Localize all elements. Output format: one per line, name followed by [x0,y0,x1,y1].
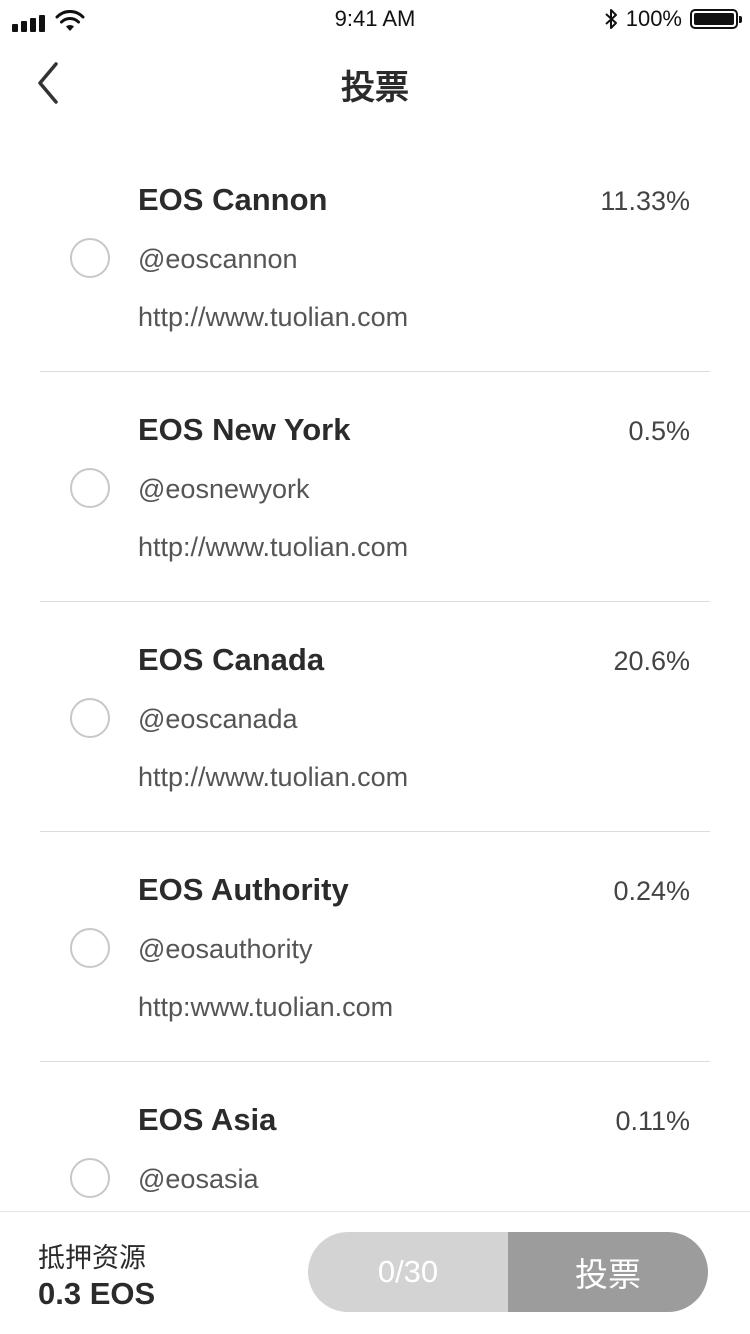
vote-button[interactable]: 投票 [508,1232,708,1312]
bottom-bar: 抵押资源 0.3 EOS 0/30 投票 [0,1211,750,1334]
producer-item-eoscanada[interactable]: EOS Canada 20.6% @eoscanada http://www.t… [40,602,710,832]
producer-name: EOS Cannon [138,182,328,217]
battery-icon [690,9,742,29]
stake-label: 抵押资源 [38,1243,146,1273]
producer-vote-percent: 0.24% [613,876,690,906]
producer-url[interactable]: http://www.tuolian.com [138,532,408,563]
producer-account: @eosnewyork [138,474,310,504]
producer-name: EOS Authority [138,872,349,907]
producer-vote-percent: 11.33% [600,186,690,216]
select-radio[interactable] [70,928,110,968]
stake-value: 0.3 EOS [38,1276,156,1311]
select-radio[interactable] [70,1158,110,1198]
producer-account: @eosasia [138,1164,259,1194]
producer-vote-percent: 20.6% [613,646,690,676]
producer-name: EOS Canada [138,642,325,677]
producer-url[interactable]: http:www.tuolian.com [138,992,393,1023]
vote-count: 0/30 [308,1232,508,1312]
producer-account: @eoscanada [138,704,298,734]
battery-percent: 100% [625,6,682,31]
producer-item-eoscannon[interactable]: EOS Cannon 11.33% @eoscannon http://www.… [40,142,710,372]
page-title: 投票 [341,69,409,107]
select-radio[interactable] [70,238,110,278]
producer-name: EOS New York [138,412,351,447]
status-bar: 9:41 AM 100% [0,0,750,40]
producer-account: @eosauthority [138,934,313,964]
producer-vote-percent: 0.5% [628,416,690,446]
producer-item-eosauthority[interactable]: EOS Authority 0.24% @eosauthority http:w… [40,832,710,1062]
status-right: 100% [604,6,742,32]
producer-list: EOS Cannon 11.33% @eoscannon http://www.… [40,142,710,1292]
bluetooth-icon [605,9,617,29]
producer-vote-percent: 0.11% [615,1106,690,1136]
select-radio[interactable] [70,468,110,508]
producer-url[interactable]: http://www.tuolian.com [138,762,408,793]
vote-group: 0/30 投票 [308,1232,708,1312]
nav-bar: 投票 [0,40,750,128]
producer-account: @eoscannon [138,244,298,274]
producer-url[interactable]: http://www.tuolian.com [138,302,408,333]
producer-item-eosnewyork[interactable]: EOS New York 0.5% @eosnewyork http://www… [40,372,710,602]
select-radio[interactable] [70,698,110,738]
producer-name: EOS Asia [138,1102,277,1137]
